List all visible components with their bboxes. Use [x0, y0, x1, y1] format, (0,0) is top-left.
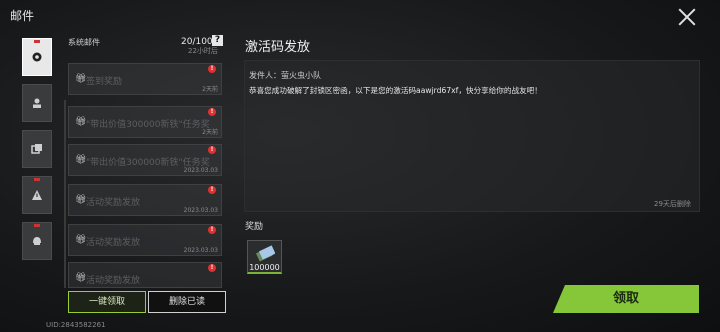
scrollbar[interactable] [64, 100, 66, 288]
mail-sender: 发件人：萤火虫小队 [249, 71, 321, 80]
mail-expire-time: 22小时后 [188, 47, 218, 55]
reward-item[interactable]: 100000 [247, 240, 282, 274]
gift-icon: 🎁︎ [75, 155, 87, 165]
delete-read-button[interactable]: 删除已读 [148, 291, 226, 313]
delete-countdown: 29天后删除 [654, 200, 691, 208]
category-tabs [22, 38, 56, 268]
gear-icon [32, 52, 42, 62]
helmet-icon [33, 237, 41, 245]
category-items[interactable] [22, 130, 52, 168]
gift-icon: 🎁︎ [75, 235, 87, 245]
badge-dot [34, 40, 40, 43]
mail-title: 签到奖励 [86, 77, 123, 87]
badge-dot [34, 224, 40, 227]
unread-dot-icon: ! [208, 146, 216, 154]
category-personal[interactable] [22, 84, 52, 122]
list-item[interactable]: 🎁︎ 活动奖励发放 ! 2023.03.03 [68, 184, 222, 216]
mail-time: 2023.03.03 [183, 247, 218, 254]
reward-label: 奖励 [245, 222, 264, 232]
badge-dot [34, 178, 40, 181]
mail-time: 2023.03.03 [183, 207, 218, 214]
category-system[interactable] [22, 38, 52, 76]
user-id: UID:2843582261 [46, 321, 106, 329]
mail-title: 活动奖励发放 [86, 198, 141, 208]
list-item[interactable]: 🎁︎ "带出价值300000新铁"任务奖 ! 2023.03.03 [68, 144, 222, 176]
category-alert[interactable] [22, 176, 52, 214]
unread-dot-icon: ! [208, 108, 216, 116]
gift-icon: 🎁︎ [75, 273, 87, 283]
gift-icon: 🎁︎ [75, 195, 87, 205]
cash-icon [255, 245, 275, 262]
help-icon[interactable]: ? [212, 35, 223, 46]
mail-detail-box [244, 60, 700, 212]
claim-all-button[interactable]: 一键领取 [68, 291, 146, 313]
reward-amount: 100000 [249, 263, 280, 272]
person-icon [33, 98, 41, 108]
unread-dot-icon: ! [208, 226, 216, 234]
close-icon[interactable] [676, 6, 698, 28]
mail-title: "带出价值300000新铁"任务奖 [86, 120, 210, 130]
list-item[interactable]: 🎁︎ 活动奖励发放 ! [68, 262, 222, 288]
list-item[interactable]: 🎁︎ 签到奖励 ! 2天前 [68, 63, 222, 95]
unread-dot-icon: ! [208, 264, 216, 272]
category-team[interactable] [22, 222, 52, 260]
mail-time: 2023.03.03 [183, 167, 218, 174]
claim-button[interactable]: 领取 [553, 285, 699, 313]
window-title: 邮件 [10, 9, 35, 23]
list-item[interactable]: 🎁︎ 活动奖励发放 ! 2023.03.03 [68, 224, 222, 256]
gift-icon: 🎁︎ [75, 117, 87, 127]
warning-icon [32, 190, 42, 200]
mail-detail-title: 激活码发放 [245, 40, 311, 55]
gift-icon: 🎁︎ [75, 74, 87, 84]
mail-time: 2天前 [202, 86, 218, 93]
list-item[interactable]: 🎁︎ "带出价值300000新铁"任务奖 ! 2天前 [68, 106, 222, 138]
mail-time: 2天前 [202, 129, 218, 136]
mail-title: 活动奖励发放 [86, 238, 141, 248]
box-icon [31, 144, 42, 154]
list-header: 系统邮件 [68, 38, 100, 47]
mail-title: 活动奖励发放 [86, 276, 141, 286]
mail-body: 恭喜您成功破解了封锁区密函，以下是您的激活码aawjrd67xf，快分享给你的战… [249, 86, 542, 95]
unread-dot-icon: ! [208, 65, 216, 73]
unread-dot-icon: ! [208, 186, 216, 194]
